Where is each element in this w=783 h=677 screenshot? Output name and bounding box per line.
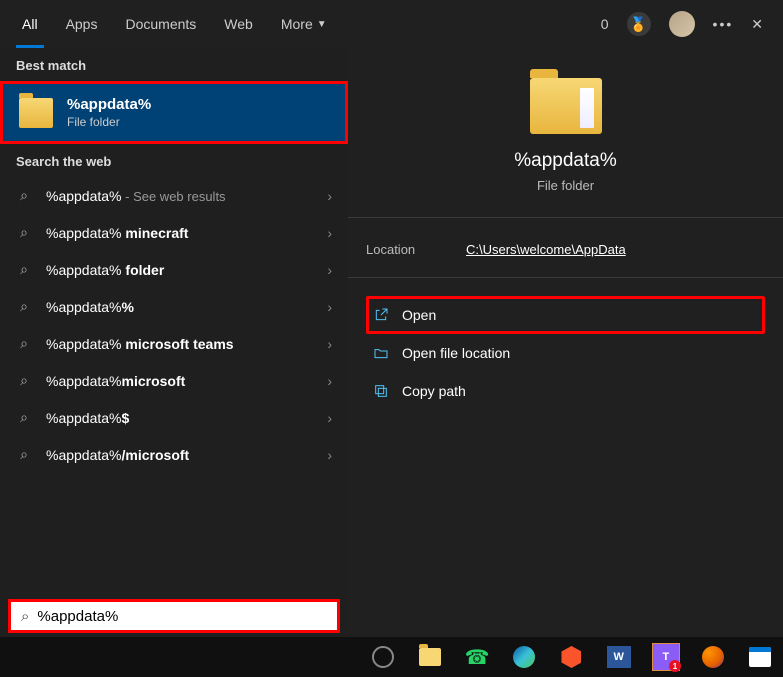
close-icon[interactable]: ✕: [751, 16, 763, 33]
user-avatar[interactable]: [669, 11, 695, 37]
chevron-right-icon: ›: [327, 336, 332, 352]
chevron-right-icon: ›: [327, 373, 332, 389]
taskbar: ☎ W T: [0, 637, 783, 677]
results-pane: Best match %appdata% File folder Search …: [0, 48, 348, 637]
tab-documents[interactable]: Documents: [111, 0, 210, 48]
chevron-right-icon: ›: [327, 262, 332, 278]
cortana-icon[interactable]: [360, 637, 405, 677]
preview-subtitle: File folder: [366, 178, 765, 193]
best-match-title: %appdata%: [67, 96, 151, 113]
rewards-count: 0: [601, 16, 609, 32]
web-result[interactable]: ⌕%appdata%%›: [0, 288, 348, 325]
search-input[interactable]: [37, 608, 327, 625]
best-match-subtitle: File folder: [67, 115, 151, 129]
chevron-down-icon: ▼: [317, 19, 327, 30]
web-result[interactable]: ⌕%appdata% - See web results›: [0, 177, 348, 214]
search-icon: ⌕: [16, 372, 32, 389]
tab-web[interactable]: Web: [210, 0, 267, 48]
preview-pane: %appdata% File folder Location C:\Users\…: [348, 48, 783, 637]
search-icon: ⌕: [16, 409, 32, 426]
tab-all[interactable]: All: [8, 0, 52, 48]
tab-apps[interactable]: Apps: [52, 0, 112, 48]
edge-icon[interactable]: [502, 637, 547, 677]
preview-title: %appdata%: [366, 150, 765, 172]
calendar-icon[interactable]: [738, 637, 783, 677]
open-icon: [372, 306, 390, 324]
copy-path-action[interactable]: Copy path: [366, 372, 765, 410]
rewards-icon[interactable]: 🏅: [627, 12, 651, 36]
best-match-label: Best match: [0, 48, 348, 81]
search-web-label: Search the web: [0, 144, 348, 177]
location-label: Location: [366, 242, 466, 257]
search-bar[interactable]: ⌕: [8, 599, 340, 633]
web-result[interactable]: ⌕%appdata% folder›: [0, 251, 348, 288]
search-icon: ⌕: [16, 298, 32, 315]
copy-path-label: Copy path: [402, 383, 466, 399]
web-result[interactable]: ⌕%appdata%microsoft›: [0, 362, 348, 399]
web-result[interactable]: ⌕%appdata%/microsoft›: [0, 436, 348, 473]
top-right-controls: 0 🏅 ••• ✕: [601, 11, 775, 37]
open-label: Open: [402, 307, 436, 323]
location-row: Location C:\Users\welcome\AppData: [366, 236, 765, 277]
search-icon: ⌕: [16, 187, 32, 204]
divider: [348, 217, 783, 218]
open-action[interactable]: Open: [366, 296, 765, 334]
best-match-item[interactable]: %appdata% File folder: [0, 81, 348, 144]
file-explorer-icon[interactable]: [407, 637, 452, 677]
folder-icon: [530, 78, 602, 134]
chevron-right-icon: ›: [327, 188, 332, 204]
location-link[interactable]: C:\Users\welcome\AppData: [466, 242, 626, 257]
scope-tabs: All Apps Documents Web More▼: [8, 0, 341, 48]
firefox-icon[interactable]: [691, 637, 736, 677]
whatsapp-icon[interactable]: ☎: [454, 637, 499, 677]
divider: [348, 277, 783, 278]
word-icon[interactable]: W: [596, 637, 641, 677]
chevron-right-icon: ›: [327, 410, 332, 426]
search-icon: ⌕: [16, 224, 32, 241]
search-icon: ⌕: [16, 261, 32, 278]
chevron-right-icon: ›: [327, 447, 332, 463]
search-icon: ⌕: [21, 608, 29, 625]
top-bar: All Apps Documents Web More▼ 0 🏅 ••• ✕: [0, 0, 783, 48]
web-result[interactable]: ⌕%appdata%$›: [0, 399, 348, 436]
web-result[interactable]: ⌕%appdata% microsoft teams›: [0, 325, 348, 362]
brave-icon[interactable]: [549, 637, 594, 677]
search-icon: ⌕: [16, 446, 32, 463]
chevron-right-icon: ›: [327, 225, 332, 241]
open-location-action[interactable]: Open file location: [366, 334, 765, 372]
web-result[interactable]: ⌕%appdata% minecraft›: [0, 214, 348, 251]
more-options-icon[interactable]: •••: [713, 16, 734, 32]
chevron-right-icon: ›: [327, 299, 332, 315]
teams-icon[interactable]: T: [643, 637, 688, 677]
folder-open-icon: [372, 344, 390, 362]
tab-more[interactable]: More▼: [267, 0, 341, 48]
folder-icon: [19, 98, 53, 128]
search-icon: ⌕: [16, 335, 32, 352]
open-location-label: Open file location: [402, 345, 510, 361]
copy-icon: [372, 382, 390, 400]
